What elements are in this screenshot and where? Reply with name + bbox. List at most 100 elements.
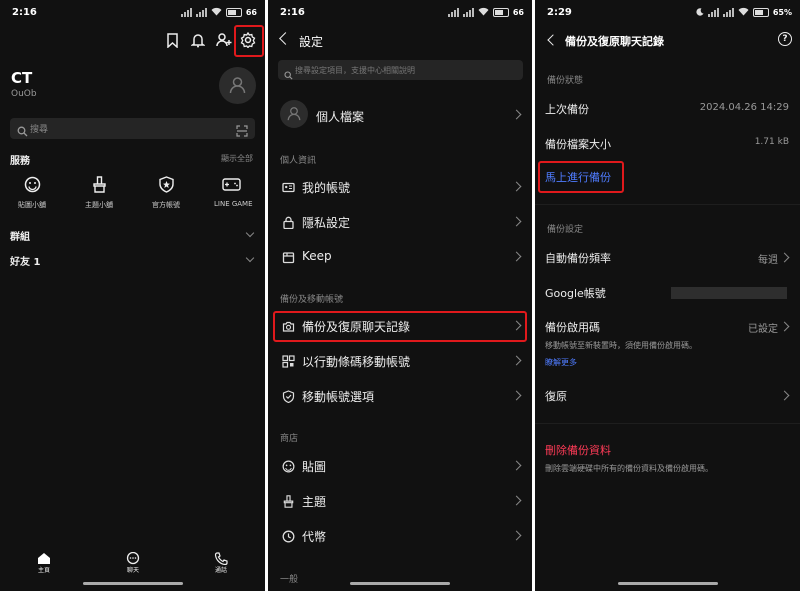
- section-backup: 備份及移動帳號: [280, 295, 344, 305]
- service-themes[interactable]: 主題小舖: [77, 174, 123, 214]
- nav-chat[interactable]: 聊天: [113, 548, 153, 574]
- auto-backup-frequency-value: 每週: [758, 255, 778, 266]
- brush-icon: [282, 493, 296, 508]
- section-personal: 個人資訊: [280, 156, 317, 166]
- search-bar[interactable]: 搜尋: [10, 118, 255, 139]
- status-time: 2:29: [547, 7, 572, 18]
- add-friend-icon[interactable]: [216, 32, 232, 52]
- profile-name[interactable]: CT: [11, 69, 32, 87]
- status-time: 2:16: [12, 7, 37, 18]
- section-shop: 商店: [280, 434, 299, 444]
- battery-level: 66: [245, 8, 257, 17]
- wifi-icon: [211, 7, 222, 18]
- friends-row[interactable]: 好友 1: [0, 249, 265, 269]
- chevron-right-icon: [779, 390, 790, 401]
- themes-row[interactable]: 主題: [268, 484, 532, 518]
- avatar: [280, 100, 308, 128]
- signal-icon: [195, 8, 207, 17]
- search-icon: [17, 122, 28, 141]
- back-arrow-icon[interactable]: [279, 32, 292, 45]
- signal-icon: [447, 8, 459, 17]
- chevron-down-icon: [245, 253, 255, 263]
- battery-icon: [492, 8, 509, 17]
- gesture-bar: [350, 582, 450, 585]
- moon-icon: [696, 7, 704, 18]
- backup-pin-row[interactable]: 備份啟用碼 已設定: [535, 316, 800, 338]
- my-account-row[interactable]: 我的帳號: [268, 170, 532, 204]
- delete-backup-description: 刪除雲端硬碟中所有的備份資料及備份啟用碼。: [545, 464, 713, 473]
- service-stickers[interactable]: 貼圖小舖: [10, 174, 56, 214]
- show-all-link[interactable]: 顯示全部: [221, 153, 253, 164]
- services-title: 服務: [10, 156, 30, 167]
- chevron-right-icon: [511, 390, 522, 401]
- home-screen: 2:16 66 CT OuOb 搜尋 服務 顯示全部 貼圖小舖 主題小舖 官方帳…: [0, 0, 265, 591]
- bell-icon[interactable]: [190, 33, 206, 52]
- restore-row[interactable]: 復原: [535, 385, 800, 407]
- back-arrow-icon[interactable]: [547, 34, 559, 46]
- section-backup-status: 備份狀態: [547, 76, 584, 86]
- help-icon[interactable]: ?: [778, 32, 792, 46]
- settings-search-bar[interactable]: 搜尋設定項目，支援中心相關說明: [278, 60, 523, 80]
- smiley-icon: [282, 458, 296, 473]
- bookmark-icon[interactable]: [166, 33, 179, 52]
- settings-screen: 2:16 66 設定 搜尋設定項目，支援中心相關說明 個人檔案 個人資訊 我的帳…: [268, 0, 532, 591]
- profile-row[interactable]: 個人檔案: [268, 98, 532, 134]
- highlight-settings: [234, 25, 264, 57]
- redacted-email: [671, 287, 787, 299]
- signal-icon: [722, 8, 734, 17]
- chevron-right-icon: [511, 251, 522, 262]
- shield-star-icon: [158, 176, 175, 197]
- gesture-bar: [617, 582, 718, 585]
- highlight-backup-restore: [273, 311, 527, 342]
- backup-size-row: 備份檔案大小 1.71 kB: [545, 137, 789, 151]
- nav-calls[interactable]: 通話: [201, 548, 241, 574]
- transfer-options-row[interactable]: 移動帳號選項: [268, 379, 532, 413]
- qr-transfer-row[interactable]: 以行動條碼移動帳號: [268, 344, 532, 378]
- id-card-icon: [282, 179, 296, 193]
- wifi-icon: [738, 7, 749, 18]
- scan-icon[interactable]: [236, 122, 248, 141]
- profile-id: OuOb: [11, 89, 37, 99]
- wifi-icon: [478, 7, 489, 18]
- chevron-right-icon: [511, 530, 522, 541]
- battery-level: 65%: [772, 8, 792, 17]
- groups-row[interactable]: 群組: [0, 224, 265, 244]
- chevron-right-icon: [511, 109, 522, 120]
- page-title: 設定: [299, 35, 324, 49]
- qr-code-icon: [282, 353, 296, 368]
- chevron-right-icon: [779, 321, 790, 332]
- search-icon: [284, 65, 293, 84]
- brush-icon: [91, 176, 108, 197]
- highlight-backup-now: [538, 161, 624, 193]
- last-backup-row: 上次備份 2024.04.26 14:29: [545, 102, 789, 116]
- coins-row[interactable]: 代幣: [268, 519, 532, 553]
- lock-icon: [282, 214, 296, 230]
- google-account-row[interactable]: Google帳號: [535, 282, 800, 304]
- service-official[interactable]: 官方帳號: [144, 174, 190, 214]
- signal-icon: [180, 8, 192, 17]
- battery-icon: [752, 8, 769, 17]
- signal-icon: [462, 8, 474, 17]
- delete-backup-button[interactable]: 刪除備份資料: [545, 442, 611, 458]
- chevron-right-icon: [511, 181, 522, 192]
- search-placeholder: 搜尋: [30, 125, 49, 135]
- section-backup-settings: 備份設定: [547, 225, 584, 235]
- battery-icon: [225, 8, 242, 17]
- avatar[interactable]: [219, 67, 256, 104]
- section-general: 一般: [280, 575, 299, 585]
- smiley-icon: [24, 176, 41, 197]
- keep-row[interactable]: Keep: [268, 240, 532, 274]
- status-bar: 2:16 66: [0, 0, 265, 26]
- service-line-game[interactable]: LINE GAME: [208, 174, 258, 214]
- signal-icon: [707, 8, 719, 17]
- stickers-row[interactable]: 貼圖: [268, 449, 532, 483]
- privacy-row[interactable]: 隱私設定: [268, 205, 532, 239]
- learn-more-link[interactable]: 瞭解更多: [545, 357, 577, 368]
- chevron-right-icon: [511, 216, 522, 227]
- nav-home[interactable]: 主頁: [24, 548, 64, 574]
- chevron-right-icon: [511, 495, 522, 506]
- status-bar: 2:29 65%: [535, 0, 800, 26]
- backup-pin-description: 移動帳號至新裝置時，須使用備份啟用碼。: [545, 341, 697, 350]
- auto-backup-frequency-row[interactable]: 自動備份頻率 每週: [535, 247, 800, 269]
- gamepad-icon: [222, 177, 241, 196]
